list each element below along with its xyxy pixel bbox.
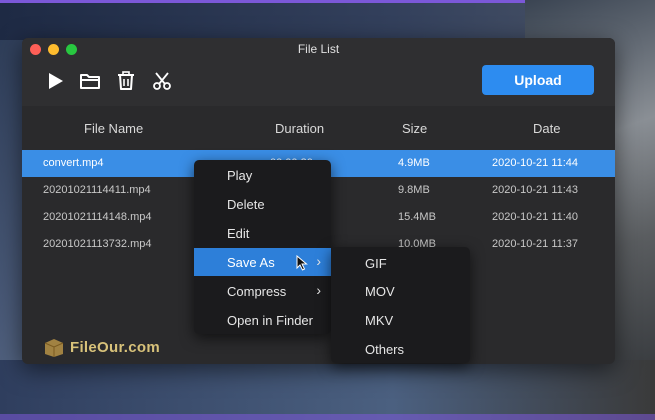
dock-bar: [0, 414, 655, 420]
header-duration[interactable]: Duration: [275, 121, 324, 136]
scissors-icon[interactable]: [151, 70, 173, 92]
trash-icon[interactable]: [115, 70, 137, 92]
menu-item-save-as[interactable]: Save As ›: [194, 248, 331, 276]
save-as-submenu: GIF MOV MKV Others: [331, 247, 470, 363]
submenu-item-mkv[interactable]: MKV: [365, 313, 393, 328]
submenu-item-mov[interactable]: MOV: [365, 284, 395, 299]
menu-item-edit[interactable]: Edit: [194, 219, 331, 247]
mouse-cursor-icon: [296, 255, 308, 271]
header-date[interactable]: Date: [533, 121, 560, 136]
date-cell: 2020-10-21 11:43: [492, 184, 579, 196]
menu-item-label: Edit: [227, 226, 250, 241]
submenu-item-others[interactable]: Others: [365, 342, 404, 357]
menu-item-label: Save As: [227, 255, 275, 270]
play-icon[interactable]: [44, 70, 66, 92]
window-title: File List: [297, 42, 340, 56]
upload-button[interactable]: Upload: [482, 65, 594, 95]
submenu-item-gif[interactable]: GIF: [365, 256, 387, 271]
date-cell: 2020-10-21 11:37: [492, 238, 579, 250]
size-cell: 9.8MB: [398, 184, 430, 196]
menu-item-label: Delete: [227, 197, 265, 212]
chevron-right-icon: ›: [316, 282, 321, 298]
header-file-name[interactable]: File Name: [84, 121, 143, 136]
chevron-right-icon: ›: [316, 253, 321, 269]
menu-item-label: Play: [227, 168, 253, 183]
watermark-text: FileOur.com: [70, 339, 160, 356]
file-name-cell: convert.mp4: [43, 157, 104, 169]
folder-icon[interactable]: [79, 70, 101, 92]
file-name-cell: 20201021113732.mp4: [43, 238, 152, 250]
context-menu: Play Delete Edit Save As › Compress › Op…: [194, 160, 331, 334]
size-cell: 4.9MB: [398, 157, 430, 169]
header-size[interactable]: Size: [402, 121, 427, 136]
toolbar: Upload: [22, 62, 615, 106]
menu-item-play[interactable]: Play: [194, 161, 331, 189]
size-cell: 15.4MB: [398, 211, 436, 223]
desktop-wallpaper-bottom: [0, 360, 655, 420]
file-name-cell: 20201021114411.mp4: [43, 184, 151, 196]
watermark: FileOur.com: [42, 333, 192, 363]
box-logo-icon: [44, 339, 64, 357]
date-cell: 2020-10-21 11:44: [492, 157, 579, 169]
table-header: File Name Duration Size Date: [22, 106, 615, 150]
menu-item-delete[interactable]: Delete: [194, 190, 331, 218]
file-name-cell: 20201021114148.mp4: [43, 211, 152, 223]
menu-item-label: Open in Finder: [227, 313, 313, 328]
date-cell: 2020-10-21 11:40: [492, 211, 579, 223]
menu-item-compress[interactable]: Compress ›: [194, 277, 331, 305]
menu-item-label: Compress: [227, 284, 287, 299]
menu-item-open-in-finder[interactable]: Open in Finder: [194, 306, 331, 334]
title-bar: File List: [22, 38, 615, 62]
